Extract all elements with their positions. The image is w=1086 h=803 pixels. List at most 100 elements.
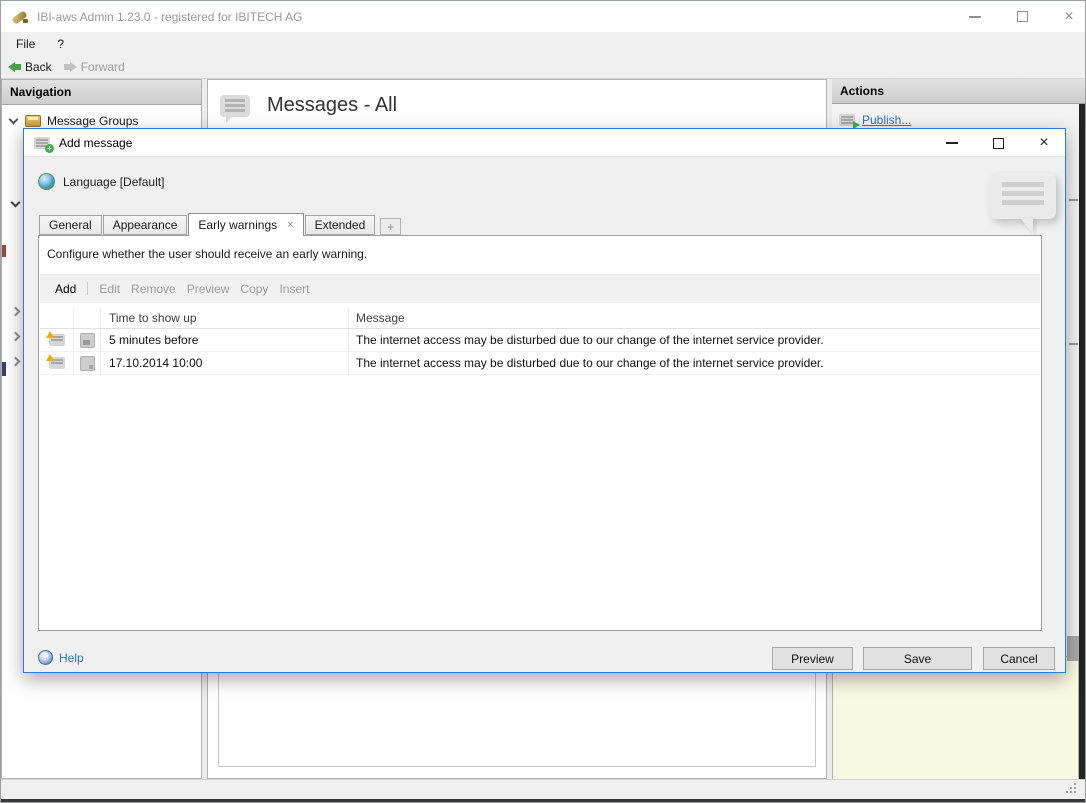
tab-appearance[interactable]: Appearance	[103, 215, 188, 235]
add-button[interactable]: Add	[55, 282, 76, 296]
warnings-table: Time to show up Message 5 minutes before…	[40, 308, 1040, 375]
add-message-icon: +	[34, 137, 50, 149]
tab-extended[interactable]: Extended	[305, 215, 376, 235]
message-groups-icon	[25, 115, 41, 127]
appearance-thumbnail-icon	[80, 356, 95, 371]
dialog-titlebar: + Add message ×	[24, 129, 1065, 157]
table-row[interactable]: 5 minutes before The internet access may…	[40, 329, 1040, 352]
help-icon: ?	[38, 650, 53, 665]
warnings-toolbar: Add Edit Remove Preview Copy Insert	[40, 274, 1040, 303]
tab-close-icon[interactable]: ×	[287, 219, 293, 231]
dialog-cancel-button[interactable]: Cancel	[983, 647, 1055, 670]
status-bar	[1, 779, 1085, 799]
app-window: IBI-aws Admin 1.23.0 - registered for IB…	[0, 0, 1086, 803]
remove-button[interactable]: Remove	[131, 282, 176, 296]
table-header: Time to show up Message	[40, 308, 1040, 329]
forward-arrow-icon	[64, 62, 77, 72]
minimize-button[interactable]	[967, 1, 983, 32]
plus-badge-icon: +	[45, 144, 54, 153]
globe-icon	[38, 173, 55, 190]
row-time: 17.10.2014 10:00	[100, 352, 348, 374]
thumbnail-column-header	[73, 308, 100, 328]
action-publish[interactable]: Publish...	[839, 113, 1086, 127]
edit-button[interactable]: Edit	[99, 282, 120, 296]
copy-button[interactable]: Copy	[240, 282, 268, 296]
chevron-right-icon[interactable]	[11, 332, 21, 342]
tree-item-label: Message Groups	[47, 114, 138, 128]
minimize-icon	[946, 142, 958, 144]
dark-edge-strip	[1079, 104, 1086, 780]
row-time: 5 minutes before	[100, 329, 348, 351]
note-preview-panel	[832, 656, 1079, 780]
row-icon-cell	[40, 329, 73, 351]
actions-panel-header: Actions	[832, 79, 1086, 104]
forward-label: Forward	[81, 60, 125, 74]
tab-label: Appearance	[113, 218, 178, 232]
plus-icon: +	[387, 220, 394, 234]
dialog-preview-button[interactable]: Preview	[772, 647, 853, 670]
maximize-icon	[1017, 11, 1028, 22]
tab-label: Early warnings	[198, 218, 277, 232]
tab-early-warnings[interactable]: Early warnings ×	[188, 213, 303, 236]
window-controls: ×	[967, 1, 1077, 32]
warning-message-icon	[49, 334, 65, 346]
maximize-icon	[993, 138, 1004, 149]
page-title: Messages - All	[267, 94, 397, 117]
dialog-minimize-button[interactable]	[944, 129, 960, 157]
menu-file[interactable]: File	[5, 37, 46, 51]
appearance-thumbnail-icon	[80, 333, 95, 348]
panel-description: Configure whether the user should receiv…	[47, 247, 367, 261]
maximize-button[interactable]	[1014, 1, 1030, 32]
dialog-close-button[interactable]: ×	[1036, 129, 1052, 157]
dialog-tabs: General Appearance Early warnings × Exte…	[39, 213, 402, 235]
publish-link[interactable]: Publish...	[862, 113, 911, 127]
tab-label: General	[49, 218, 92, 232]
warning-message-icon	[49, 357, 65, 369]
chevron-right-icon[interactable]	[11, 307, 21, 317]
table-row[interactable]: 17.10.2014 10:00 The internet access may…	[40, 352, 1040, 375]
dialog-controls: ×	[944, 129, 1052, 157]
toolbar-separator	[87, 282, 88, 295]
menu-help[interactable]: ?	[46, 37, 75, 51]
message-watermark-tail	[1020, 218, 1033, 234]
dialog-maximize-button[interactable]	[990, 129, 1006, 157]
menubar: File ?	[1, 32, 1085, 56]
warning-triangle-icon	[46, 331, 54, 338]
chevron-down-icon[interactable]	[11, 198, 21, 208]
navigation-toolbar: Back Forward	[1, 56, 1085, 79]
dialog-title: Add message	[59, 136, 132, 150]
row-thumbnail-cell	[73, 329, 100, 351]
hidden-action-fragment	[1069, 199, 1078, 201]
resize-grip[interactable]	[1074, 791, 1076, 793]
publish-icon	[839, 114, 855, 126]
window-bottom-edge	[1, 799, 1085, 802]
minimize-icon	[969, 16, 981, 18]
message-column-header[interactable]: Message	[348, 308, 1040, 328]
dialog-save-button[interactable]: Save	[863, 647, 972, 670]
tab-general[interactable]: General	[39, 215, 102, 235]
language-selector[interactable]: Language [Default]	[38, 173, 164, 190]
time-column-header[interactable]: Time to show up	[100, 308, 348, 328]
row-message: The internet access may be disturbed due…	[348, 352, 1040, 374]
chevron-right-icon[interactable]	[11, 357, 21, 367]
hidden-action-fragment	[1069, 343, 1078, 345]
help-link[interactable]: ? Help	[38, 650, 84, 665]
row-message: The internet access may be disturbed due…	[348, 329, 1040, 351]
insert-button[interactable]: Insert	[279, 282, 309, 296]
back-arrow-icon	[8, 62, 21, 72]
row-thumbnail-cell	[73, 352, 100, 374]
tree-icon-fragment	[2, 245, 6, 257]
back-button[interactable]: Back	[8, 60, 52, 74]
close-button[interactable]: ×	[1061, 1, 1077, 32]
icon-column-header	[40, 308, 73, 328]
chevron-down-icon[interactable]	[9, 115, 19, 125]
row-icon-cell	[40, 352, 73, 374]
tree-icon-fragment	[2, 362, 6, 376]
preview-button[interactable]: Preview	[187, 282, 230, 296]
titlebar: IBI-aws Admin 1.23.0 - registered for IB…	[1, 1, 1085, 32]
tab-add-button[interactable]: +	[380, 218, 401, 235]
language-label: Language [Default]	[63, 175, 164, 189]
message-watermark-icon	[990, 173, 1056, 219]
forward-button[interactable]: Forward	[64, 60, 125, 74]
back-label: Back	[25, 60, 52, 74]
